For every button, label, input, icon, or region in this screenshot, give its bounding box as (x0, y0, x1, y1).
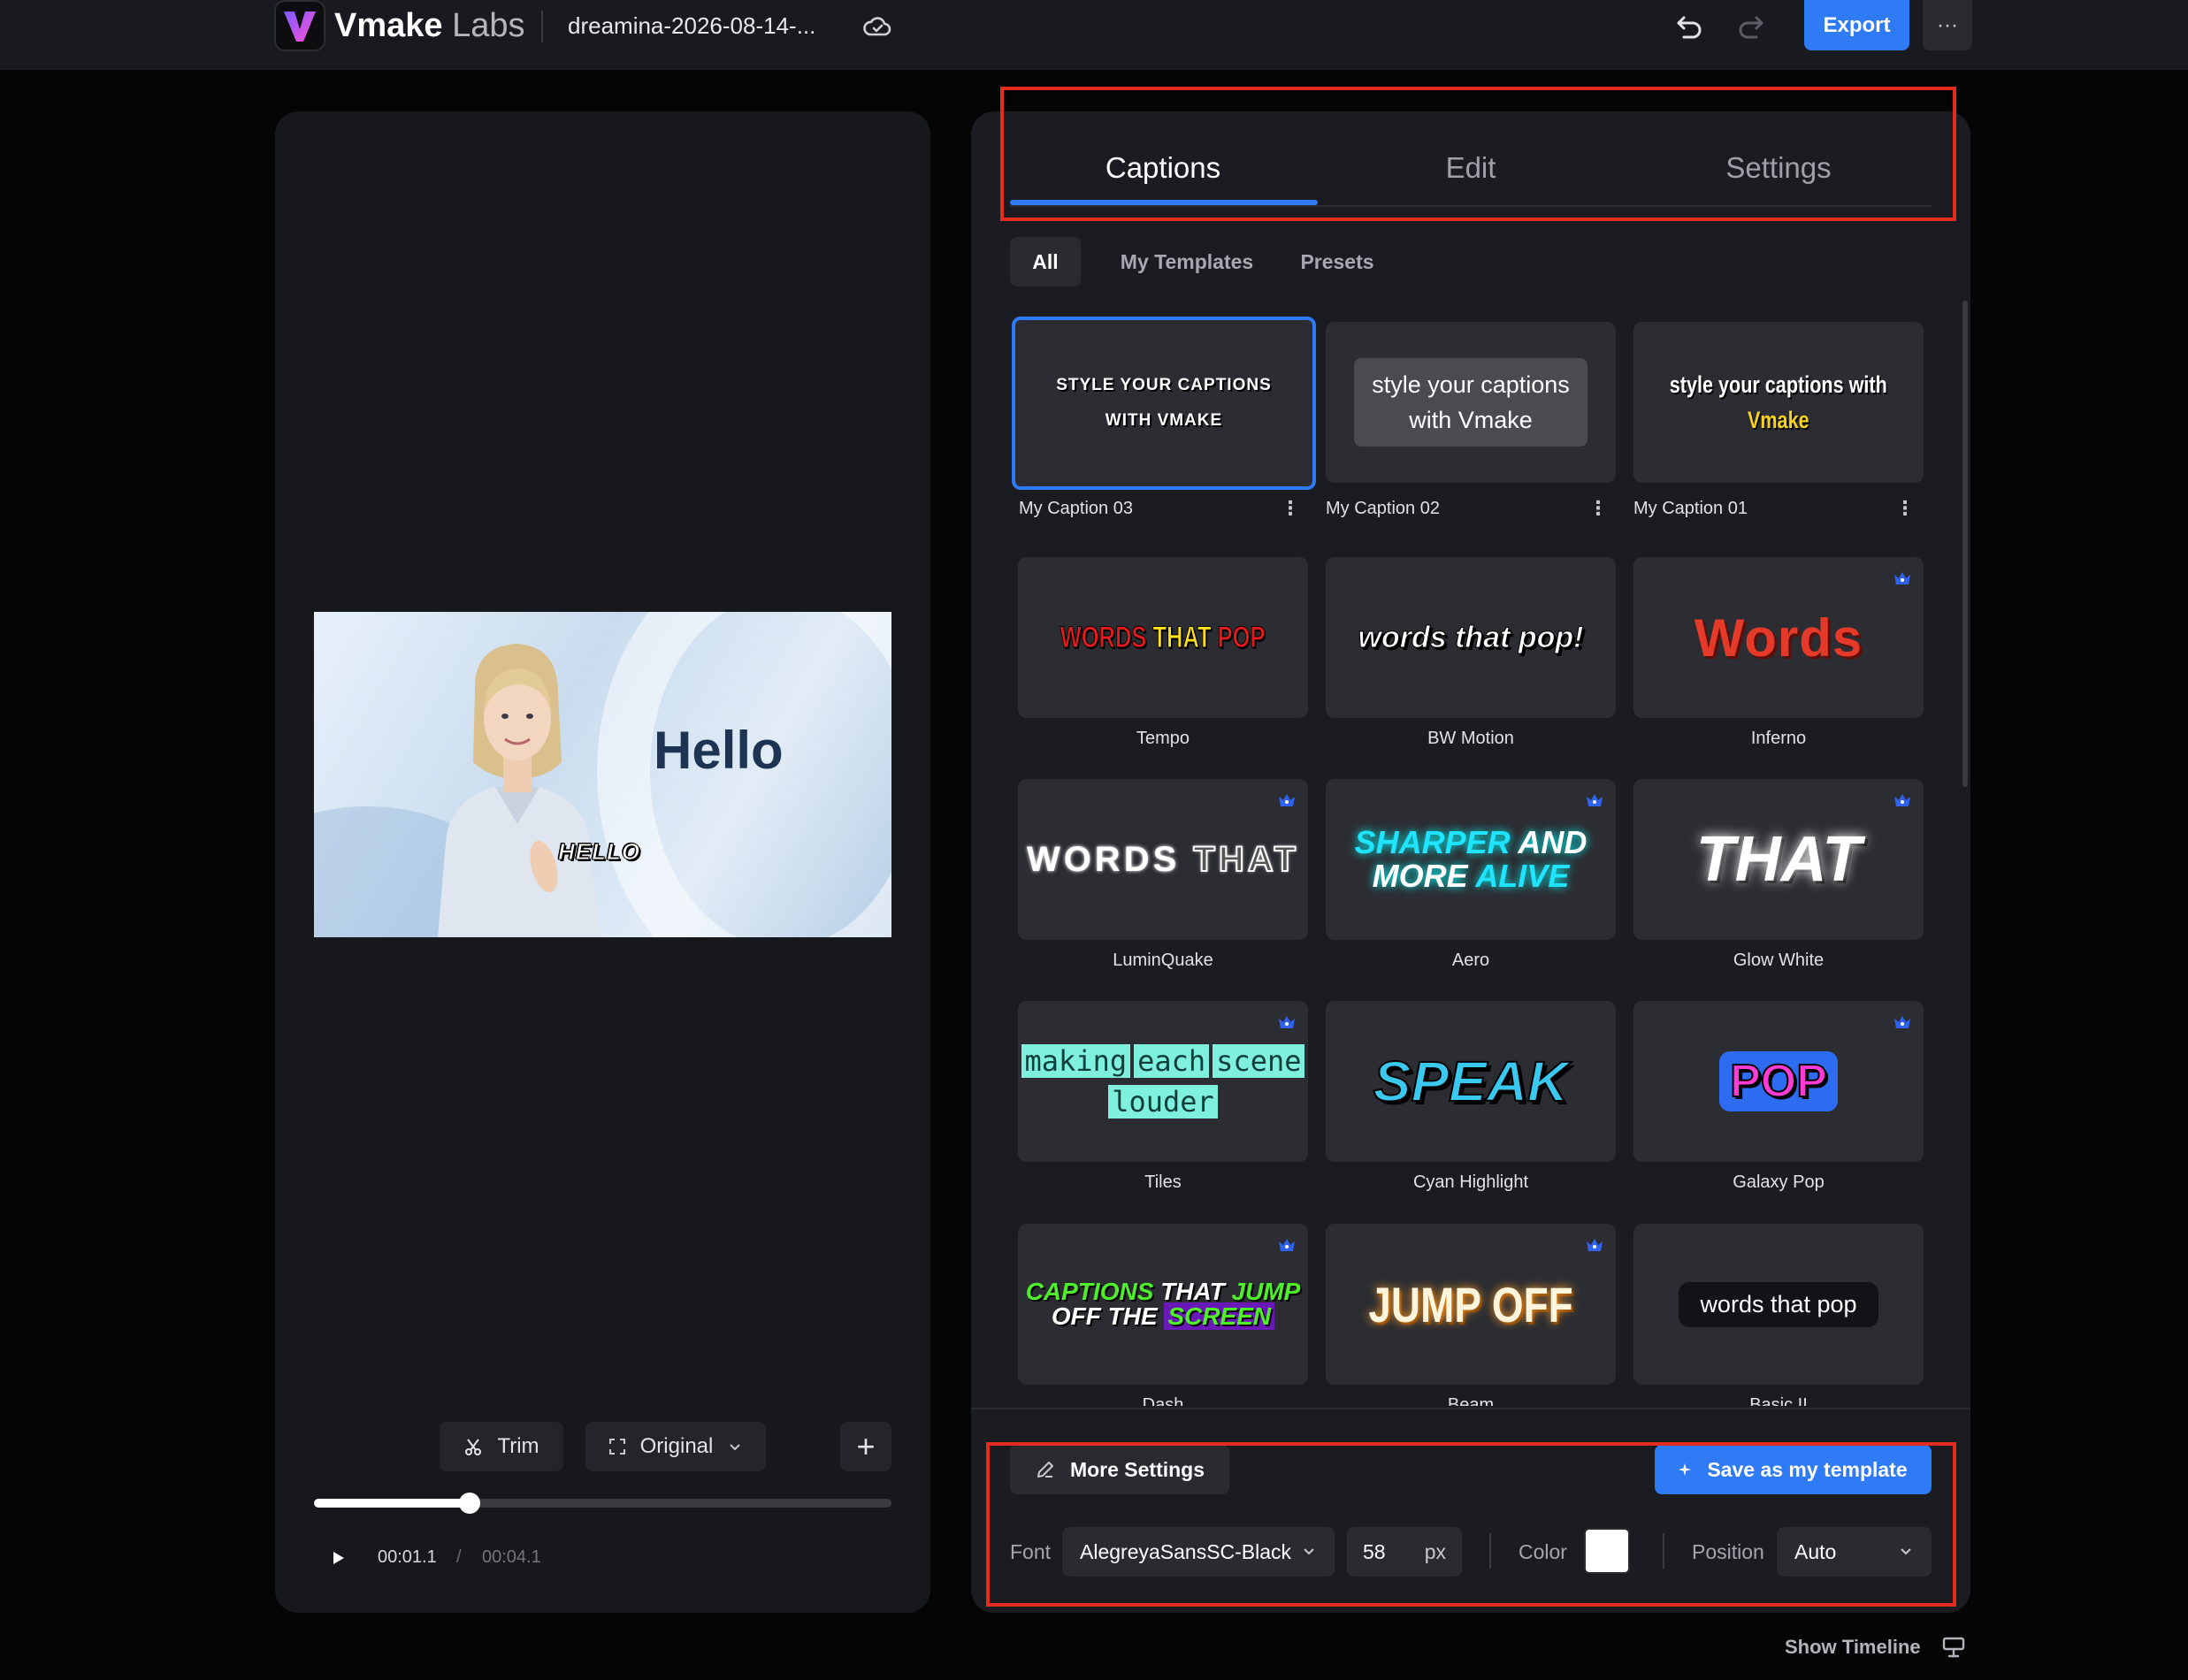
template-preview-text: WORDS THAT (1026, 839, 1300, 880)
template-card-cyan-highlight[interactable]: SPEAK (1326, 1001, 1616, 1162)
frame-icon (608, 1439, 625, 1455)
playback-progress (314, 1499, 470, 1508)
kebab-menu-icon[interactable]: ⋮ (1588, 497, 1608, 520)
template-preview-text: SPEAK (1373, 1049, 1569, 1114)
template-card-luminquake[interactable]: WORDS THAT (1018, 779, 1308, 940)
project-name[interactable]: dreamina-2026-08-14-... (568, 12, 815, 40)
highlight-box-settings (986, 1442, 1956, 1607)
template-label: Glow White (1733, 951, 1825, 970)
template-preview-text: CAPTIONS THAT JUMP OFF THE SCREEN (1025, 1278, 1301, 1330)
add-button[interactable]: + (840, 1422, 891, 1471)
template-label: BW Motion (1427, 729, 1514, 748)
template-preview-text: words that pop (1679, 1281, 1878, 1327)
app-logo-text: Vmake Labs (334, 5, 525, 46)
template-card-dash[interactable]: CAPTIONS THAT JUMP OFF THE SCREEN (1018, 1224, 1308, 1385)
template-card-my-caption-01[interactable]: style your captions with Vmake (1633, 322, 1924, 483)
timeline-icon[interactable] (1940, 1634, 1967, 1661)
template-label: Tiles (1144, 1172, 1182, 1192)
templates-scrollbar[interactable] (1962, 301, 1968, 787)
aspect-ratio-dropdown[interactable]: Original (585, 1422, 766, 1471)
video-preview[interactable]: Hello HELLO (314, 612, 891, 937)
current-time: 00:01.1 (378, 1547, 437, 1567)
brand-suffix: Labs (452, 7, 525, 44)
template-preview-text: style your captions with Vmake (1669, 371, 1888, 433)
playback-scrubber[interactable] (314, 1493, 891, 1514)
premium-crown-icon (1587, 1239, 1603, 1251)
kebab-menu-icon[interactable]: ⋮ (1281, 497, 1300, 520)
template-label: My Caption 03 (1019, 499, 1133, 518)
vmake-logo-icon (274, 0, 325, 51)
filter-my-templates[interactable]: My Templates (1107, 237, 1266, 286)
video-caption-overlay[interactable]: HELLO (557, 838, 640, 866)
premium-crown-icon (1894, 794, 1910, 806)
kebab-menu-icon[interactable]: ⋮ (1895, 497, 1915, 520)
template-preview-text: SHARPER AND MORE ALIVE (1354, 824, 1587, 894)
premium-crown-icon (1279, 794, 1295, 806)
template-label: Tempo (1136, 729, 1190, 748)
topbar-divider (541, 11, 543, 42)
template-card-beam[interactable]: JUMP OFF (1326, 1224, 1616, 1385)
chevron-down-icon (730, 1444, 741, 1451)
template-card-tempo[interactable]: WORDS THAT POP (1018, 557, 1308, 718)
redo-icon[interactable] (1733, 9, 1769, 44)
export-button[interactable]: Export (1804, 0, 1909, 50)
more-options-button[interactable]: ··· (1923, 0, 1972, 50)
template-preview-text: JUMP OFF (1368, 1276, 1573, 1333)
template-preview-text: WORDS THAT POP (1060, 620, 1266, 654)
template-card-aero[interactable]: SHARPER AND MORE ALIVE (1326, 779, 1616, 940)
premium-crown-icon (1279, 1016, 1295, 1028)
template-label: LuminQuake (1113, 951, 1213, 970)
template-label: My Caption 02 (1326, 499, 1440, 518)
template-card-tiles[interactable]: making each scene louder (1018, 1001, 1308, 1162)
template-card-my-caption-03[interactable]: STYLE YOUR CAPTIONS WITH VMAKE (1012, 317, 1316, 490)
template-label: Cyan Highlight (1412, 1172, 1529, 1192)
aspect-ratio-label: Original (639, 1434, 714, 1458)
template-preview-text: Words (1694, 607, 1863, 668)
template-label: Basic II (1749, 1395, 1808, 1406)
template-card-basic-ii[interactable]: words that pop (1633, 1224, 1924, 1385)
premium-crown-icon (1279, 1239, 1295, 1251)
presenter-image (438, 644, 601, 937)
filter-presets[interactable]: Presets (1275, 237, 1399, 286)
template-preview-text: making each scene louder (1020, 1041, 1307, 1122)
template-preview-text: POP (1719, 1051, 1838, 1111)
template-preview-text: words that pop! (1358, 620, 1584, 654)
trim-label: Trim (497, 1434, 539, 1458)
video-title-text: Hello (654, 721, 784, 780)
template-label: Dash (1142, 1395, 1184, 1406)
show-timeline-button[interactable]: Show Timeline (1785, 1636, 1921, 1659)
template-card-galaxy-pop[interactable]: POP (1633, 1001, 1924, 1162)
premium-crown-icon (1587, 794, 1603, 806)
time-separator: / (456, 1547, 462, 1567)
template-label: Beam (1447, 1395, 1495, 1406)
filter-all[interactable]: All (1010, 237, 1081, 286)
brand-name: Vmake (334, 7, 443, 44)
premium-crown-icon (1894, 572, 1910, 584)
cloud-sync-icon[interactable] (861, 11, 893, 42)
template-label: Galaxy Pop (1733, 1172, 1825, 1192)
highlight-box-tabs (1000, 87, 1956, 221)
template-card-my-caption-02[interactable]: style your captions with Vmake (1326, 322, 1616, 483)
template-preview-text: THAT (1695, 824, 1862, 895)
template-preview-text: STYLE YOUR CAPTIONS WITH VMAKE (1056, 376, 1272, 430)
template-card-inferno[interactable]: Words (1633, 557, 1924, 718)
template-label: My Caption 01 (1633, 499, 1748, 518)
template-label: Aero (1451, 951, 1490, 970)
total-duration: 00:04.1 (482, 1547, 541, 1567)
template-card-bw-motion[interactable]: words that pop! (1326, 557, 1616, 718)
top-bar: Vmake Labs dreamina-2026-08-14-... Expor… (0, 0, 2188, 70)
template-card-glow-white[interactable]: THAT (1633, 779, 1924, 940)
premium-crown-icon (1894, 1016, 1910, 1028)
undo-icon[interactable] (1672, 9, 1707, 44)
play-icon[interactable] (329, 1549, 347, 1567)
scissors-icon (465, 1439, 482, 1455)
trim-button[interactable]: Trim (440, 1422, 563, 1471)
template-preview-text: style your captions with Vmake (1354, 358, 1587, 447)
bottom-divider (971, 1408, 1970, 1409)
template-label: Inferno (1750, 729, 1807, 748)
